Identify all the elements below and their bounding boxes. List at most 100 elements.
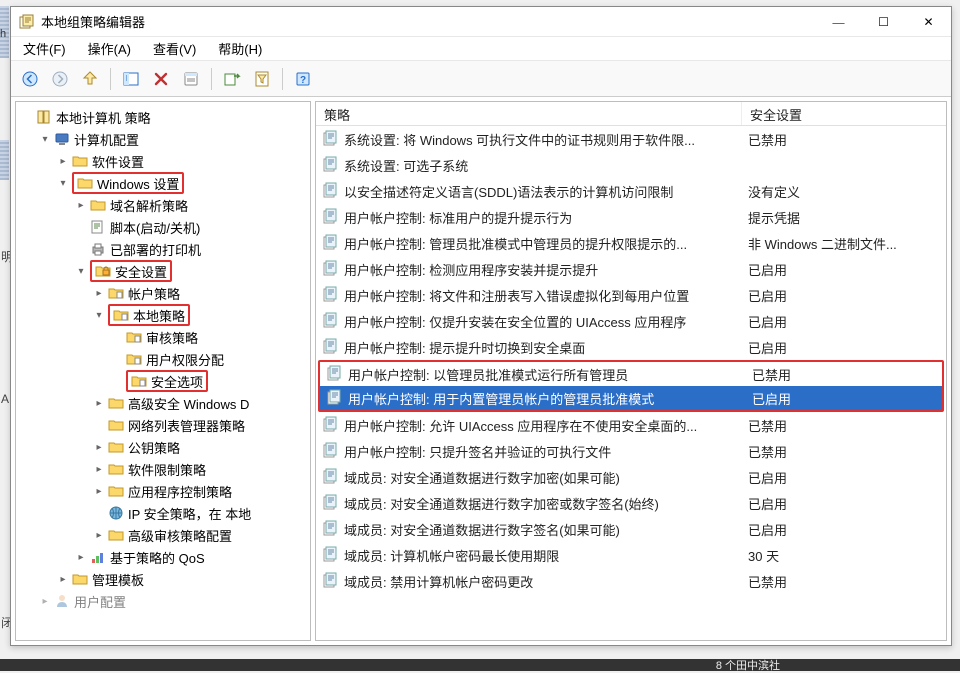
policy-icon bbox=[322, 182, 340, 200]
close-button[interactable]: ✕ bbox=[906, 7, 951, 37]
tree-windows-settings[interactable]: ▾ Windows 设置 bbox=[18, 172, 308, 194]
tree-sw-restrict[interactable]: ▸ 软件限制策略 bbox=[18, 458, 308, 480]
expander-icon[interactable]: ▸ bbox=[92, 396, 106, 410]
tree-dns-policy[interactable]: ▸ 域名解析策略 bbox=[18, 194, 308, 216]
properties-button[interactable] bbox=[178, 66, 204, 92]
back-button[interactable] bbox=[17, 66, 43, 92]
tree-label: 安全选项 bbox=[151, 372, 203, 391]
tree-security-options[interactable]: 安全选项 bbox=[18, 370, 308, 392]
tree-scripts[interactable]: 脚本(启动/关机) bbox=[18, 216, 308, 238]
policy-icon bbox=[322, 130, 340, 148]
policy-name: 用户帐户控制: 检测应用程序安装并提示提升 bbox=[344, 260, 598, 279]
policy-icon bbox=[322, 312, 340, 330]
policy-folder-icon bbox=[126, 351, 142, 367]
list-row[interactable]: 以安全描述符定义语言(SDDL)语法表示的计算机访问限制 没有定义 bbox=[316, 178, 946, 204]
export-button[interactable] bbox=[219, 66, 245, 92]
left-fragment bbox=[0, 140, 9, 180]
setting-cell: 已启用 bbox=[742, 312, 946, 331]
policy-cell: 用户帐户控制: 用于内置管理员帐户的管理员批准模式 bbox=[320, 389, 746, 408]
folder-icon bbox=[108, 417, 124, 433]
tree-admin-templates[interactable]: ▸ 管理模板 bbox=[18, 568, 308, 590]
expander-icon[interactable]: ▸ bbox=[74, 550, 88, 564]
expander-icon[interactable] bbox=[20, 110, 34, 124]
tree-qos[interactable]: ▸ 基于策略的 QoS bbox=[18, 546, 308, 568]
list-row[interactable]: 用户帐户控制: 允许 UIAccess 应用程序在不使用安全桌面的... 已禁用 bbox=[316, 412, 946, 438]
expander-icon[interactable]: ▸ bbox=[92, 484, 106, 498]
list-row[interactable]: 用户帐户控制: 检测应用程序安装并提示提升 已启用 bbox=[316, 256, 946, 282]
menu-file[interactable]: 文件(F) bbox=[19, 37, 70, 60]
col-header-policy[interactable]: 策略 bbox=[316, 102, 742, 125]
policy-cell: 用户帐户控制: 将文件和注册表写入错误虚拟化到每用户位置 bbox=[316, 286, 742, 305]
tree-account-policy[interactable]: ▸ 帐户策略 bbox=[18, 282, 308, 304]
expander-icon[interactable]: ▸ bbox=[92, 528, 106, 542]
tree-pane[interactable]: 本地计算机 策略 ▾ 计算机配置 ▸ 软件设置 ▾ Windows 设置 bbox=[15, 101, 311, 641]
maximize-button[interactable]: ☐ bbox=[861, 7, 906, 37]
expander-icon[interactable]: ▸ bbox=[56, 154, 70, 168]
tree-audit-policy[interactable]: 审核策略 bbox=[18, 326, 308, 348]
title-bar: 本地组策略编辑器 — ☐ ✕ bbox=[11, 7, 951, 37]
list-row[interactable]: 用户帐户控制: 只提升签名并验证的可执行文件 已禁用 bbox=[316, 438, 946, 464]
book-icon bbox=[36, 109, 52, 125]
tree-pubkey[interactable]: ▸ 公钥策略 bbox=[18, 436, 308, 458]
tree-label: 本地策略 bbox=[133, 306, 185, 325]
folder-icon bbox=[108, 461, 124, 477]
red-highlight: 安全选项 bbox=[126, 370, 208, 392]
up-button[interactable] bbox=[77, 66, 103, 92]
tree-netlist[interactable]: 网络列表管理器策略 bbox=[18, 414, 308, 436]
list-row[interactable]: 域成员: 对安全通道数据进行数字加密或数字签名(始终) 已启用 bbox=[316, 490, 946, 516]
policy-name: 域成员: 对安全通道数据进行数字加密(如果可能) bbox=[344, 468, 620, 487]
expander-icon[interactable]: ▸ bbox=[38, 594, 52, 608]
list-row[interactable]: 用户帐户控制: 仅提升安装在安全位置的 UIAccess 应用程序 已启用 bbox=[316, 308, 946, 334]
list-row[interactable]: 域成员: 禁用计算机帐户密码更改 已禁用 bbox=[316, 568, 946, 594]
tree-user-rights[interactable]: 用户权限分配 bbox=[18, 348, 308, 370]
expander-icon[interactable]: ▾ bbox=[92, 308, 106, 322]
list-row[interactable]: 用户帐户控制: 提示提升时切换到安全桌面 已启用 bbox=[316, 334, 946, 360]
col-header-setting[interactable]: 安全设置 bbox=[742, 102, 946, 125]
list-row[interactable]: 用户帐户控制: 管理员批准模式中管理员的提升权限提示的... 非 Windows… bbox=[316, 230, 946, 256]
tree-local-policies[interactable]: ▾ 本地策略 bbox=[18, 304, 308, 326]
list-pane[interactable]: 策略 安全设置 系统设置: 将 Windows 可执行文件中的证书规则用于软件限… bbox=[315, 101, 947, 641]
show-hide-tree-button[interactable] bbox=[118, 66, 144, 92]
list-row[interactable]: 用户帐户控制: 用于内置管理员帐户的管理员批准模式 已启用 bbox=[320, 386, 942, 410]
filter-button[interactable] bbox=[249, 66, 275, 92]
tree-ipsec[interactable]: IP 安全策略，在 本地 bbox=[18, 502, 308, 524]
list-row[interactable]: 域成员: 计算机帐户密码最长使用期限 30 天 bbox=[316, 542, 946, 568]
tree-printers[interactable]: 已部署的打印机 bbox=[18, 238, 308, 260]
forward-button[interactable] bbox=[47, 66, 73, 92]
expander-icon[interactable]: ▸ bbox=[74, 198, 88, 212]
list-row[interactable]: 系统设置: 可选子系统 bbox=[316, 152, 946, 178]
list-row[interactable]: 用户帐户控制: 将文件和注册表写入错误虚拟化到每用户位置 已启用 bbox=[316, 282, 946, 308]
menu-action[interactable]: 操作(A) bbox=[84, 37, 135, 60]
tree-security-settings[interactable]: ▾ 安全设置 bbox=[18, 260, 308, 282]
expander-icon[interactable]: ▾ bbox=[56, 176, 70, 190]
policy-name: 系统设置: 可选子系统 bbox=[344, 156, 468, 175]
tree-adv-audit[interactable]: ▸ 高级审核策略配置 bbox=[18, 524, 308, 546]
help-button[interactable]: ? bbox=[290, 66, 316, 92]
list-row[interactable]: 系统设置: 将 Windows 可执行文件中的证书规则用于软件限... 已禁用 bbox=[316, 126, 946, 152]
setting-cell: 已禁用 bbox=[742, 416, 946, 435]
expander-icon[interactable]: ▸ bbox=[92, 440, 106, 454]
expander-icon[interactable]: ▸ bbox=[56, 572, 70, 586]
delete-button[interactable] bbox=[148, 66, 174, 92]
expander-icon[interactable]: ▸ bbox=[92, 286, 106, 300]
tree-computer-config[interactable]: ▾ 计算机配置 bbox=[18, 128, 308, 150]
tree-app-ctrl[interactable]: ▸ 应用程序控制策略 bbox=[18, 480, 308, 502]
list-row[interactable]: 用户帐户控制: 标准用户的提升提示行为 提示凭据 bbox=[316, 204, 946, 230]
tree-user-config-partial[interactable]: ▸ 用户配置 bbox=[18, 590, 308, 612]
menu-help[interactable]: 帮助(H) bbox=[214, 37, 266, 60]
expander-icon[interactable]: ▾ bbox=[74, 264, 88, 278]
minimize-button[interactable]: — bbox=[816, 7, 861, 37]
tree-label: 脚本(启动/关机) bbox=[110, 218, 200, 237]
menu-view[interactable]: 查看(V) bbox=[149, 37, 200, 60]
list-row[interactable]: 用户帐户控制: 以管理员批准模式运行所有管理员 已禁用 bbox=[320, 362, 942, 386]
expander-icon[interactable]: ▸ bbox=[92, 462, 106, 476]
list-row[interactable]: 域成员: 对安全通道数据进行数字签名(如果可能) 已启用 bbox=[316, 516, 946, 542]
toolbar-sep bbox=[282, 68, 283, 90]
tree-software-settings[interactable]: ▸ 软件设置 bbox=[18, 150, 308, 172]
tree-adv-security[interactable]: ▸ 高级安全 Windows D bbox=[18, 392, 308, 414]
tree-label: 基于策略的 QoS bbox=[110, 548, 205, 567]
tree-label: IP 安全策略，在 本地 bbox=[128, 504, 251, 523]
expander-icon[interactable]: ▾ bbox=[38, 132, 52, 146]
tree-root[interactable]: 本地计算机 策略 bbox=[18, 106, 308, 128]
list-row[interactable]: 域成员: 对安全通道数据进行数字加密(如果可能) 已启用 bbox=[316, 464, 946, 490]
